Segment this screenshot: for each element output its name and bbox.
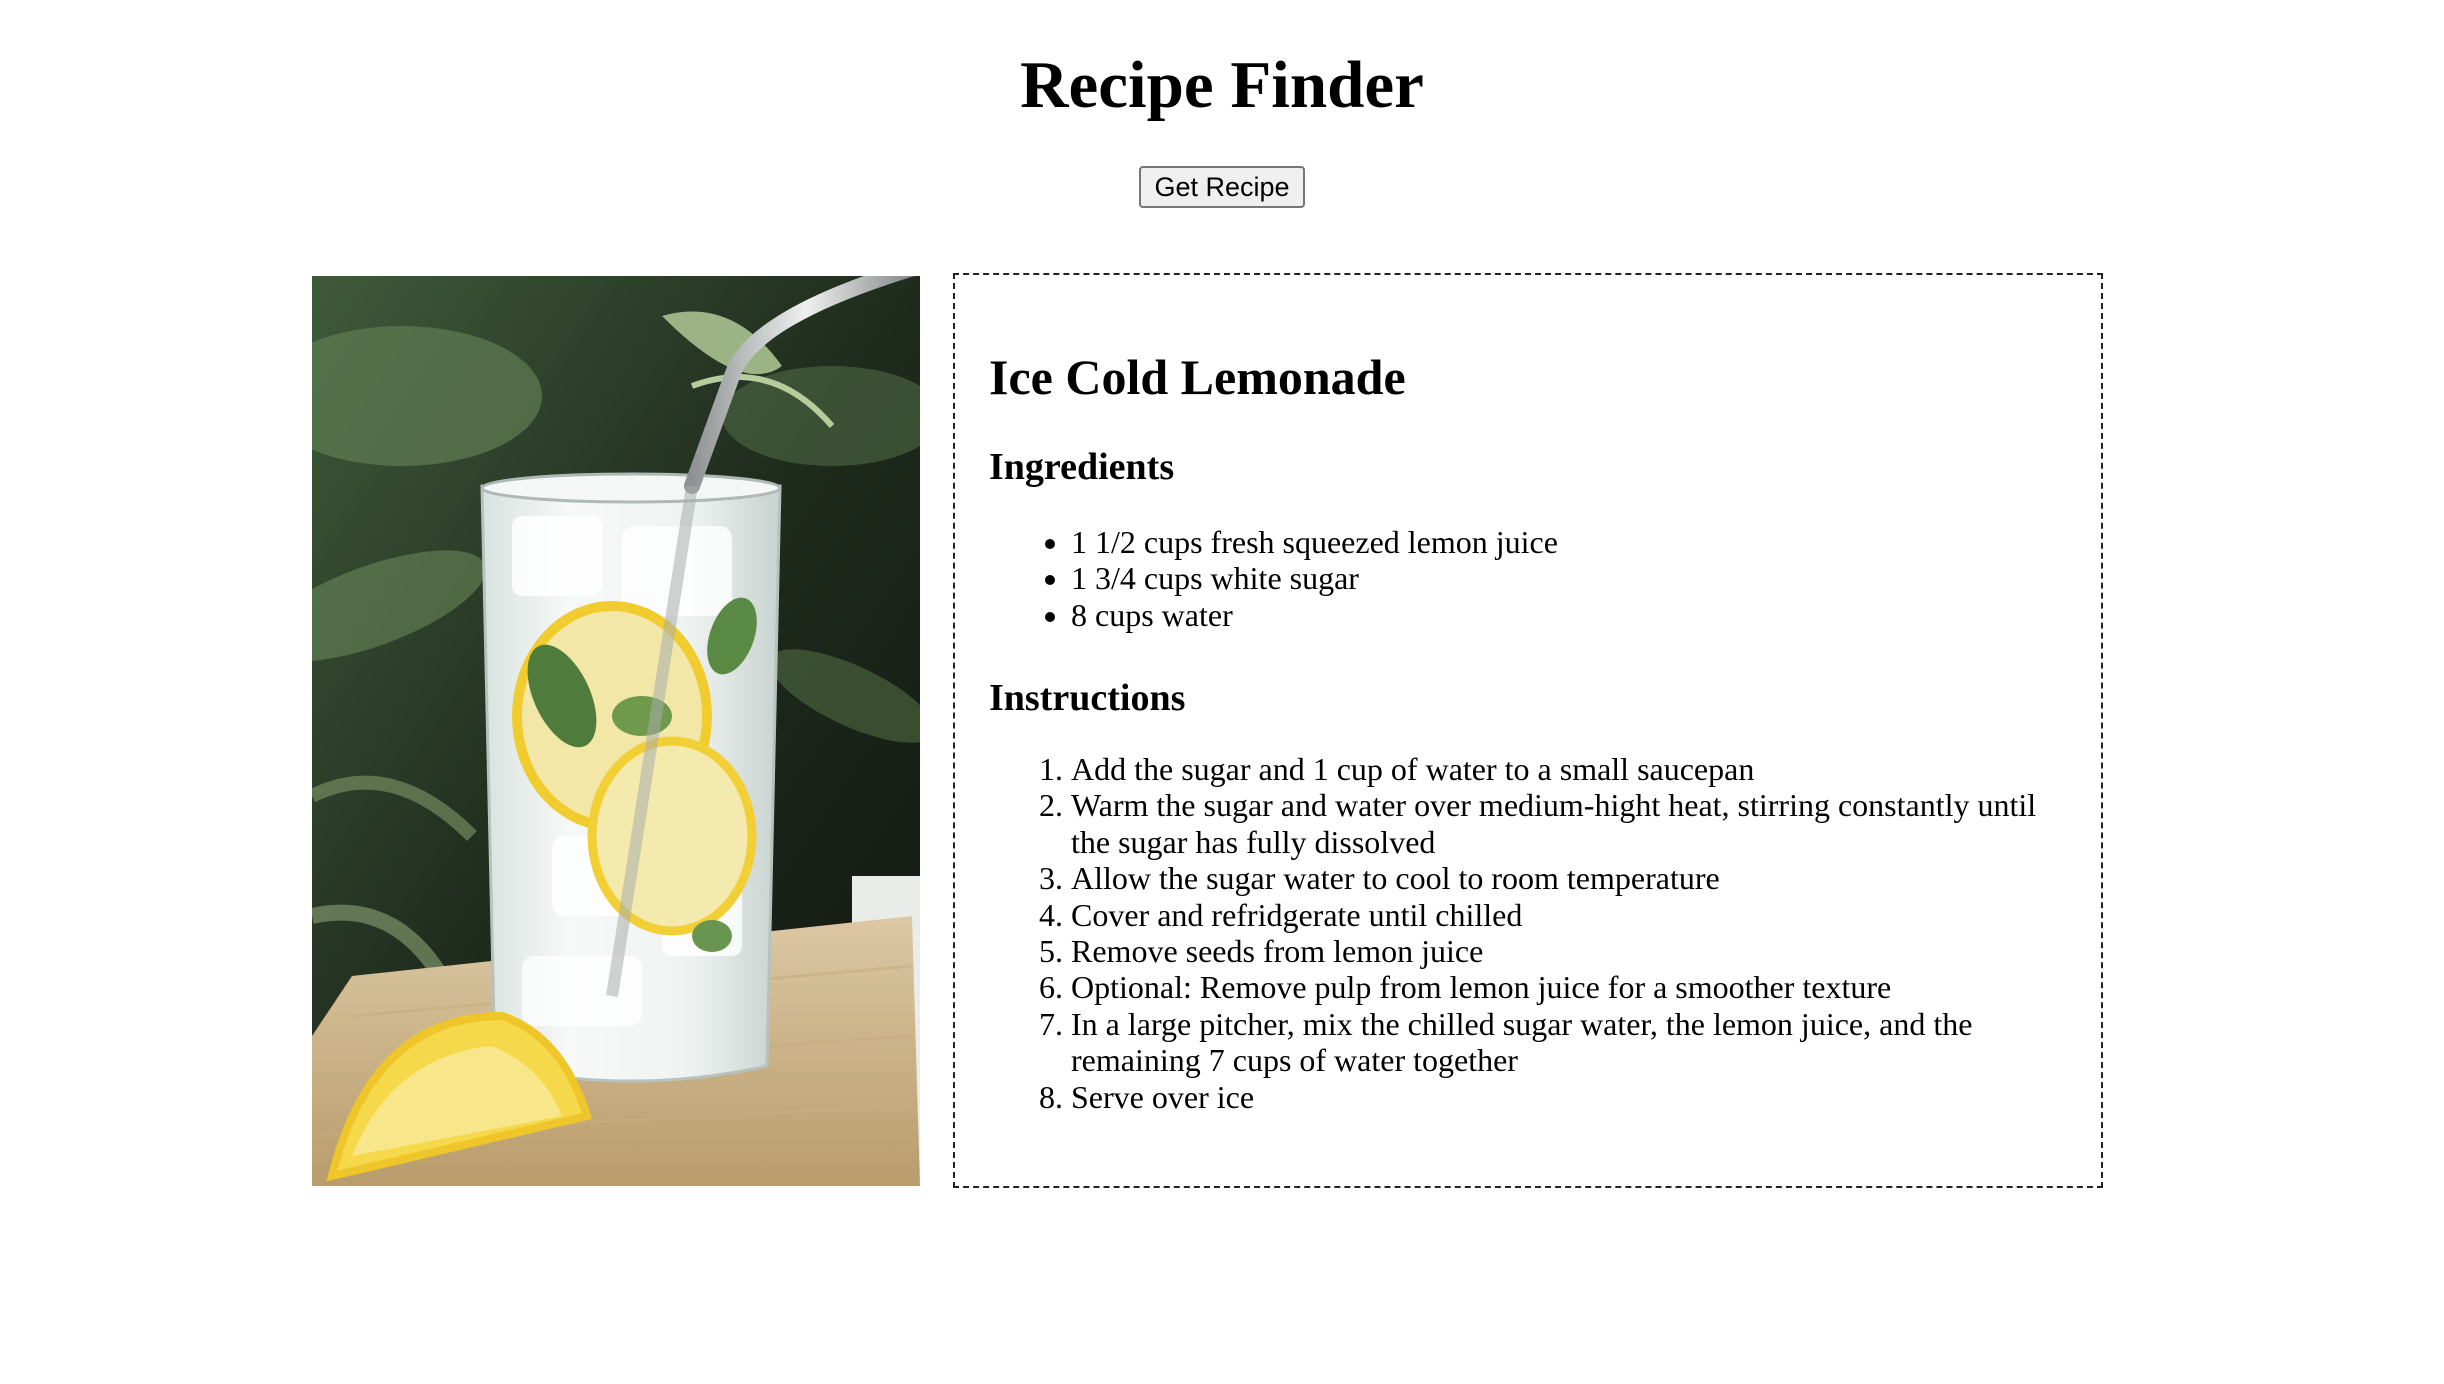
instruction-step: Add the sugar and 1 cup of water to a sm… bbox=[1071, 751, 2051, 787]
instructions-list: Add the sugar and 1 cup of water to a sm… bbox=[989, 751, 2051, 1115]
recipe-card: Ice Cold Lemonade Ingredients 1 1/2 cups… bbox=[953, 273, 2103, 1188]
instruction-step: Warm the sugar and water over medium-hig… bbox=[1071, 787, 2051, 860]
instruction-step: Optional: Remove pulp from lemon juice f… bbox=[1071, 969, 2051, 1005]
instructions-heading: Instructions bbox=[989, 677, 1186, 719]
recipe-name: Ice Cold Lemonade bbox=[989, 349, 1406, 405]
ingredients-list: 1 1/2 cups fresh squeezed lemon juice 1 … bbox=[989, 524, 1558, 633]
ingredient-item: 8 cups water bbox=[1071, 597, 1558, 633]
page-title: Recipe Finder bbox=[1020, 48, 1424, 122]
instruction-step: In a large pitcher, mix the chilled suga… bbox=[1071, 1006, 2051, 1079]
instruction-step: Cover and refridgerate until chilled bbox=[1071, 897, 2051, 933]
ingredient-item: 1 1/2 cups fresh squeezed lemon juice bbox=[1071, 524, 1558, 560]
ingredients-heading: Ingredients bbox=[989, 446, 1175, 488]
instruction-step: Remove seeds from lemon juice bbox=[1071, 933, 2051, 969]
ingredient-item: 1 3/4 cups white sugar bbox=[1071, 560, 1558, 596]
instruction-step: Serve over ice bbox=[1071, 1079, 2051, 1115]
instruction-step: Allow the sugar water to cool to room te… bbox=[1071, 860, 2051, 896]
get-recipe-button[interactable]: Get Recipe bbox=[1139, 166, 1305, 208]
recipe-image bbox=[312, 276, 920, 1186]
